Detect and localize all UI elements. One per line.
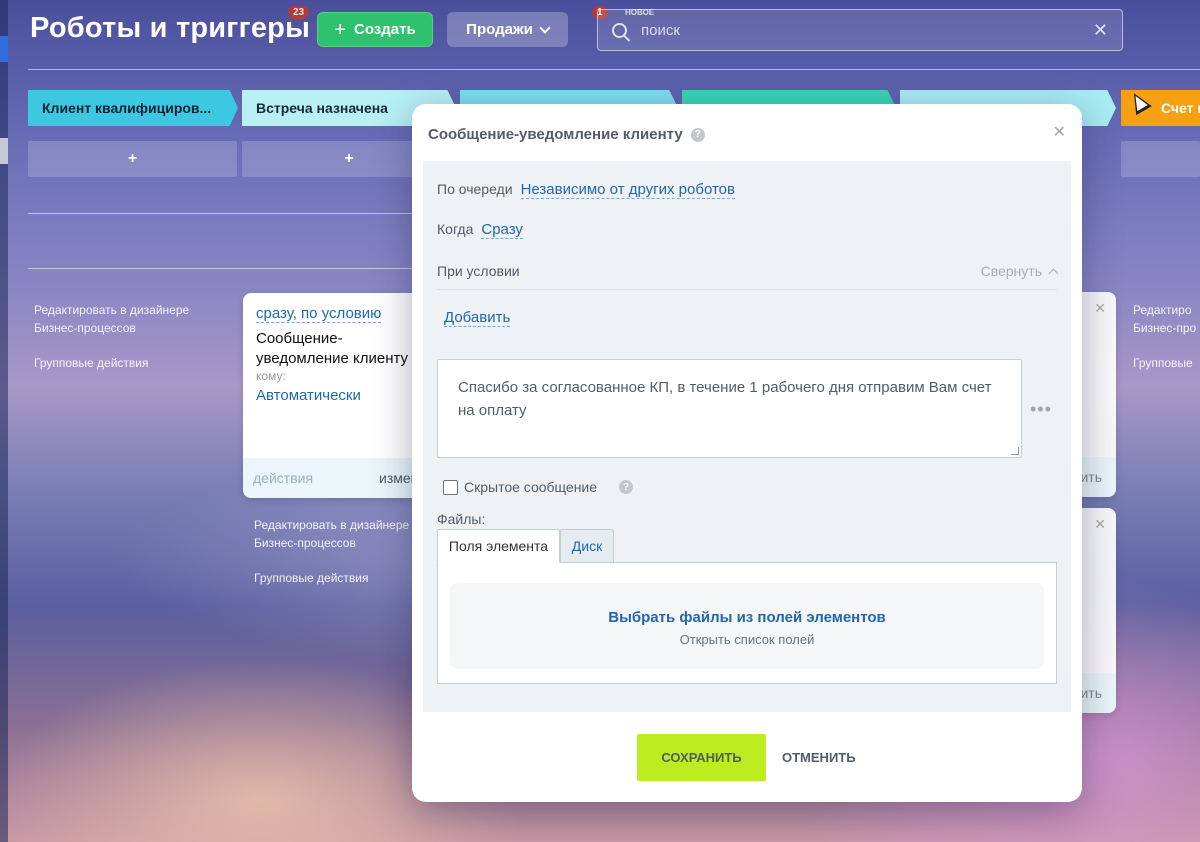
condition-divider — [437, 289, 1057, 290]
files-tab-panel: Выбрать файлы из полей элементов Открыть… — [437, 562, 1057, 684]
help-icon[interactable]: ? — [619, 480, 634, 494]
dialog-title: Сообщение-уведомление клиенту ? — [428, 126, 705, 143]
queue-select-link[interactable]: Независимо от других роботов — [520, 181, 735, 199]
edit-in-designer-link[interactable]: Редактировать в дизайнере Бизнес-процесс… — [254, 516, 424, 552]
help-icon[interactable]: ? — [690, 127, 705, 142]
row-divider — [28, 268, 418, 269]
hidden-message-row: Скрытое сообщение ? — [443, 479, 634, 495]
dialog-body: По очереди Независимо от других роботов … — [423, 161, 1071, 712]
condition-row: При условии — [437, 263, 520, 279]
more-options-icon[interactable]: ••• — [1030, 399, 1052, 420]
pick-files-link[interactable]: Выбрать файлы из полей элементов — [450, 609, 1044, 626]
queue-label: По очереди — [437, 181, 513, 197]
when-row: Когда Сразу — [437, 221, 523, 239]
condition-label: При условии — [437, 263, 520, 279]
collapse-toggle[interactable]: Свернуть — [980, 263, 1059, 279]
sales-dropdown-label: Продажи — [466, 21, 533, 38]
files-label: Файлы: — [437, 511, 486, 527]
chevron-up-icon — [1048, 268, 1059, 278]
close-icon[interactable]: ✕ — [1094, 300, 1106, 317]
robot-recipient-value: Автоматически — [256, 387, 361, 404]
save-button[interactable]: СОХРАНИТЬ — [637, 734, 766, 781]
message-text: Спасибо за согласованное КП, в течение 1… — [458, 379, 992, 419]
row-divider — [28, 213, 418, 214]
group-actions-link[interactable]: Групповые действия — [34, 354, 149, 372]
message-textarea[interactable]: Спасибо за согласованное КП, в течение 1… — [437, 359, 1022, 458]
resize-handle-icon[interactable] — [1011, 447, 1019, 455]
tab-disk[interactable]: Диск — [560, 529, 614, 563]
queue-row: По очереди Независимо от других роботов — [437, 181, 735, 199]
dialog-title-text: Сообщение-уведомление клиенту — [428, 126, 683, 143]
robot-actions-link[interactable]: действия — [253, 470, 313, 486]
chevron-down-icon — [539, 21, 551, 34]
sales-dropdown[interactable]: Продажи — [447, 12, 568, 47]
search-icon — [612, 22, 627, 38]
edit-in-designer-link[interactable]: Редактировать в дизайнере Бизнес-процесс… — [34, 301, 224, 337]
left-edge-active-marker — [0, 36, 8, 62]
search-input[interactable] — [641, 21, 1093, 39]
cancel-button[interactable]: ОТМЕНИТЬ — [782, 734, 856, 781]
file-picker-area[interactable]: Выбрать файлы из полей элементов Открыть… — [450, 583, 1044, 669]
add-condition-link[interactable]: Добавить — [444, 309, 511, 327]
collapse-label: Свернуть — [980, 263, 1042, 279]
left-edge-marker — [0, 138, 8, 164]
robot-title: Сообщение-уведомление клиенту — [256, 330, 409, 367]
create-button[interactable]: + Создать — [317, 12, 433, 47]
close-icon[interactable]: ✕ — [1053, 122, 1066, 142]
page-title: Роботы и триггеры — [30, 12, 311, 44]
header-divider — [28, 69, 1200, 70]
stage-column-header[interactable]: Клиент квалифициров... — [28, 90, 238, 126]
tab-element-fields[interactable]: Поля элемента — [437, 529, 560, 563]
add-robot-button[interactable]: + — [28, 141, 237, 177]
search-box[interactable]: ✕ — [597, 9, 1123, 51]
robot-recipient-label: кому: — [256, 369, 286, 383]
when-select-link[interactable]: Сразу — [481, 221, 523, 239]
create-button-label: Создать — [354, 21, 416, 38]
robot-trigger-link[interactable]: сразу, по условию — [256, 305, 382, 323]
when-label: Когда — [437, 221, 474, 237]
robot-settings-dialog: Сообщение-уведомление клиенту ? ✕ По оче… — [412, 104, 1082, 802]
plus-icon: + — [334, 18, 346, 41]
group-actions-link[interactable]: Групповые действия — [254, 569, 369, 587]
open-fields-hint: Открыть список полей — [679, 632, 815, 647]
add-robot-button[interactable] — [1121, 141, 1200, 177]
counter-badge: 23 — [288, 6, 310, 19]
hidden-message-checkbox[interactable] — [443, 479, 458, 495]
edit-in-designer-link[interactable]: Редактиро Бизнес-про — [1133, 301, 1200, 337]
left-edge-panel — [0, 0, 8, 842]
group-actions-link[interactable]: Групповые — [1133, 354, 1193, 372]
hidden-message-label[interactable]: Скрытое сообщение — [464, 479, 597, 495]
clear-search-icon[interactable]: ✕ — [1093, 20, 1108, 41]
close-icon[interactable]: ✕ — [1094, 516, 1106, 533]
